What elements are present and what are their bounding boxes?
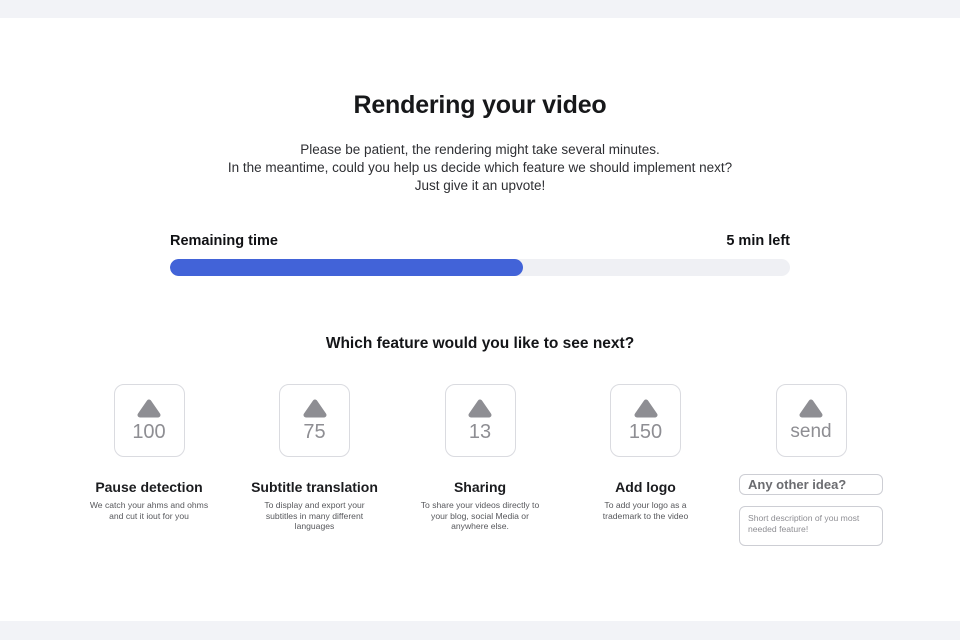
feature-title: Add logo	[615, 479, 676, 495]
feature-vote-row: 100 Pause detection We catch your ahms a…	[74, 384, 886, 546]
upvote-triangle-icon	[303, 399, 326, 418]
send-label: send	[790, 421, 832, 442]
progress-bar-fill	[170, 259, 524, 276]
upvote-button-add-logo[interactable]: 150	[610, 384, 681, 457]
upvote-triangle-icon	[634, 399, 657, 418]
feature-description: We catch your ahms and ohms and cut it i…	[89, 500, 209, 521]
upvote-button-pause-detection[interactable]: 100	[113, 384, 185, 457]
idea-description-textarea[interactable]	[739, 506, 883, 546]
feature-title: Pause detection	[95, 479, 203, 495]
vote-count: 75	[303, 421, 326, 443]
vote-count: 13	[468, 421, 492, 443]
rendering-progress-section: Remaining time 5 min left	[170, 233, 790, 276]
upvote-triangle-icon	[799, 399, 823, 418]
other-idea-input[interactable]	[739, 474, 883, 495]
vote-count: 100	[132, 421, 166, 443]
page-subtitle: Please be patient, the rendering might t…	[227, 142, 733, 193]
feature-pause-detection: 100 Pause detection We catch your ahms a…	[74, 384, 224, 546]
feature-add-logo: 150 Add logo To add your logo as a trade…	[571, 384, 721, 546]
feature-description: To display and export your subtitles in …	[264, 500, 365, 531]
feature-description: To share your videos directly to your bl…	[420, 500, 540, 531]
feature-title: Sharing	[453, 479, 507, 495]
page-title: Rendering your video	[353, 91, 607, 119]
upvote-triangle-icon	[137, 399, 161, 418]
vote-count: 150	[628, 421, 663, 443]
feature-sharing: 13 Sharing To share your videos directly…	[405, 384, 555, 546]
time-left-value: 5 min left	[726, 233, 790, 249]
feature-custom-idea: send	[736, 384, 886, 546]
upvote-button-subtitle-translation[interactable]: 75	[279, 384, 350, 457]
feature-description: To add your logo as a trademark to the v…	[602, 500, 689, 521]
main-content: Rendering your video Please be patient, …	[0, 18, 960, 621]
remaining-time-label: Remaining time	[170, 233, 278, 249]
feature-title: Subtitle translation	[251, 479, 378, 495]
upvote-button-sharing[interactable]: 13	[444, 384, 516, 457]
upvote-triangle-icon	[468, 399, 492, 418]
progress-bar-track	[170, 259, 790, 276]
feature-vote-heading: Which feature would you like to see next…	[325, 335, 635, 352]
feature-subtitle-translation: 75 Subtitle translation To display and e…	[240, 384, 390, 546]
send-idea-button[interactable]: send	[775, 384, 847, 457]
